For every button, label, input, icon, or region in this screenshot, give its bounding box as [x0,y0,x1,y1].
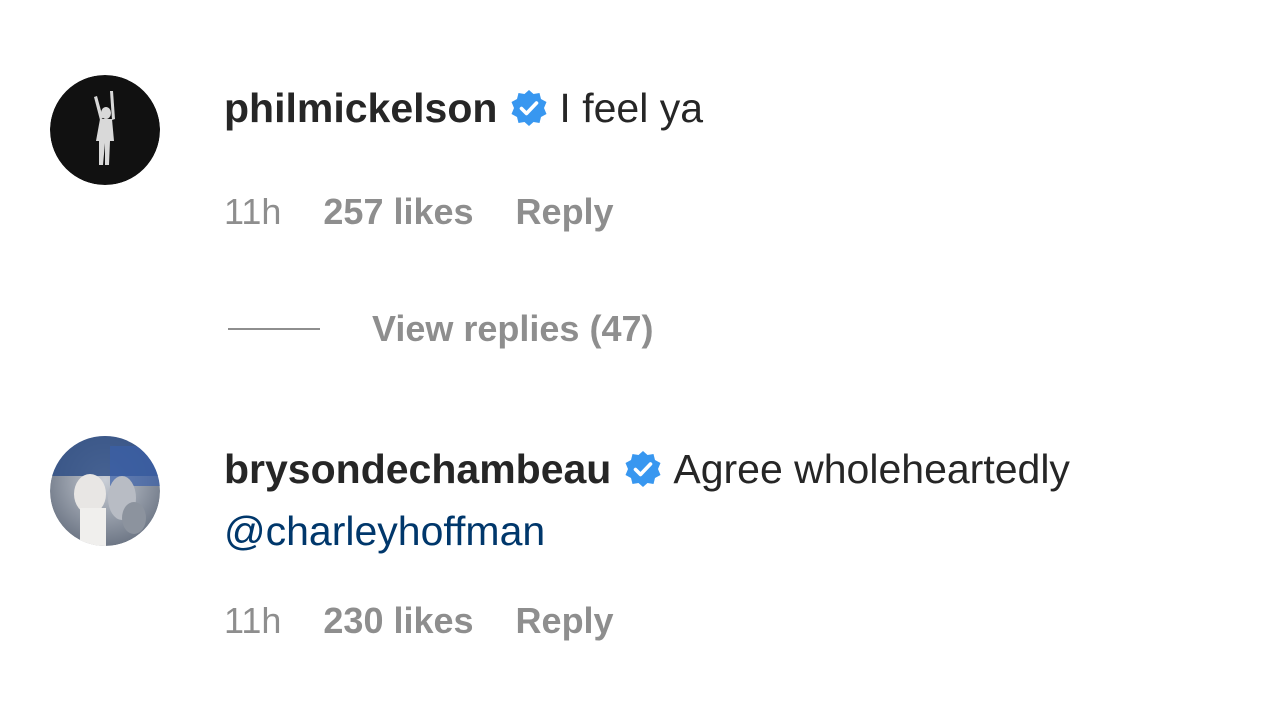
reply-button[interactable]: Reply [516,191,614,233]
comment-meta: 11h 230 likes Reply [224,600,1244,642]
verified-badge-icon [623,449,663,489]
avatar[interactable] [50,436,160,546]
divider-line [228,328,320,330]
comment-item: philmickelson I feel ya 11h 257 likes Rep… [50,75,1244,233]
comment-meta: 11h 257 likes Reply [224,191,1244,233]
comment-text: brysondechambeau Agree wholeheartedly @cha… [224,438,1244,562]
view-replies-label: View replies (47) [372,308,654,349]
comment-body: brysondechambeau Agree wholeheartedly @cha… [224,436,1244,642]
username[interactable]: philmickelson [224,85,497,131]
mention-link[interactable]: @charleyhoffman [224,508,545,554]
comment-text: philmickelson I feel ya [224,77,1244,139]
likes-count[interactable]: 257 likes [323,191,473,233]
view-replies-button[interactable]: View replies (47) [228,308,653,350]
comment-timestamp[interactable]: 11h [224,600,281,642]
golfer-silhouette-icon [50,75,160,185]
comment-message: Agree wholeheartedly [673,446,1070,492]
reply-button[interactable]: Reply [516,600,614,642]
avatar[interactable] [50,75,160,185]
photo-avatar-icon [50,436,160,546]
comment-body: philmickelson I feel ya 11h 257 likes Rep… [224,75,1244,233]
likes-count[interactable]: 230 likes [323,600,473,642]
comment-timestamp[interactable]: 11h [224,191,281,233]
comment-item: brysondechambeau Agree wholeheartedly @cha… [50,436,1244,642]
verified-badge-icon [509,88,549,128]
comment-message: I feel ya [559,85,704,131]
username[interactable]: brysondechambeau [224,446,611,492]
